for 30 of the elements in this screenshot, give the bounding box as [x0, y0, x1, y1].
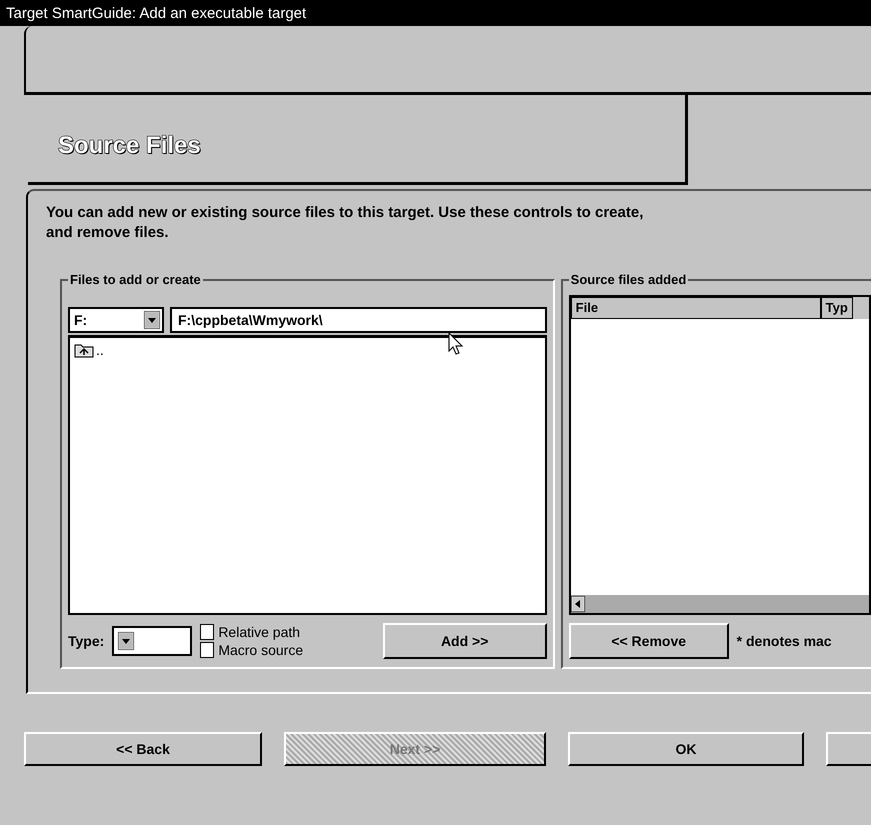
folder-up-icon — [74, 342, 94, 358]
group-title: Files to add or create — [68, 272, 203, 287]
list-item[interactable]: .. — [74, 342, 541, 358]
description-text: You can add new or existing source files to this target. Use these controls to create, and remove files. — [46, 203, 644, 243]
note-text: * denotes mac — [736, 633, 832, 649]
checkbox[interactable] — [200, 642, 214, 658]
type-label: Type: — [68, 633, 104, 649]
dialog-button[interactable]: OK — [568, 732, 804, 766]
file-list[interactable]: .. — [68, 335, 547, 615]
scroll-left-icon[interactable] — [570, 596, 585, 612]
window-title: Target SmartGuide: Add an executable target — [6, 4, 306, 22]
column-header[interactable]: File — [570, 297, 821, 319]
dropdown-arrow-icon[interactable] — [144, 311, 160, 329]
source-files-list[interactable]: File Typ — [568, 295, 871, 615]
dialog-button[interactable] — [826, 732, 871, 766]
checkbox[interactable] — [200, 624, 214, 640]
option-checkbox[interactable]: Relative path — [200, 624, 304, 640]
page-title: Source Files — [58, 132, 201, 160]
option-checkbox[interactable]: Macro source — [200, 642, 304, 658]
remove-button[interactable]: << Remove — [568, 623, 729, 659]
dropdown-arrow-icon[interactable] — [118, 632, 134, 650]
group-title: Source files added — [568, 272, 688, 287]
add-button[interactable]: Add >> — [382, 623, 547, 659]
column-header[interactable]: Typ — [820, 297, 853, 319]
horizontal-scrollbar[interactable] — [570, 595, 869, 613]
dialog-button[interactable]: << Back — [24, 732, 262, 766]
path-field[interactable]: F:\cppbeta\Wmywork\ — [170, 307, 547, 333]
drive-dropdown[interactable]: F: — [68, 307, 164, 333]
type-dropdown[interactable] — [112, 626, 192, 656]
mouse-pointer-icon — [448, 332, 464, 356]
